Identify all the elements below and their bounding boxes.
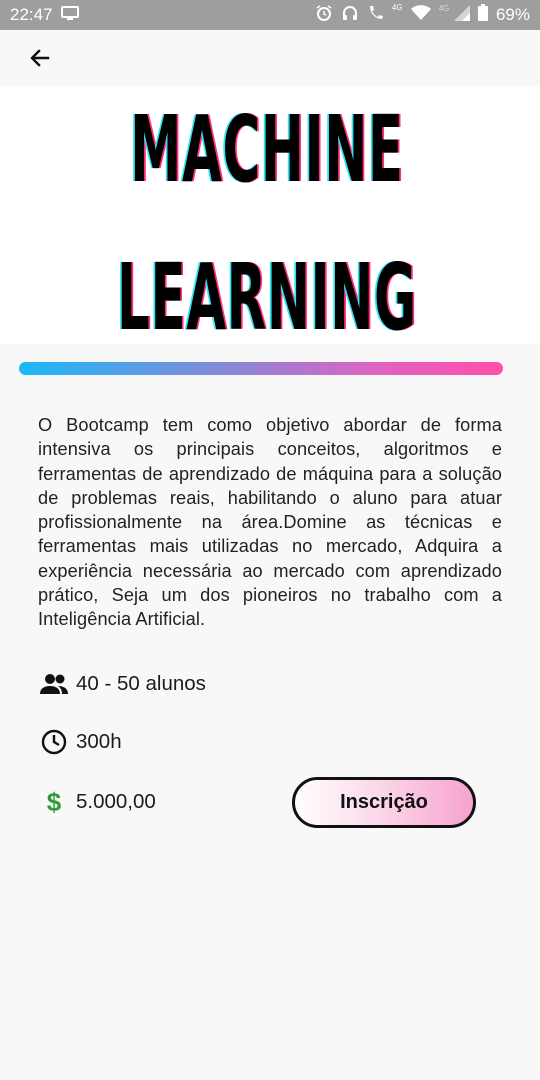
clock-icon — [38, 728, 70, 756]
price-info: $ 5.000,00 — [38, 786, 156, 817]
price-text: 5.000,00 — [76, 790, 156, 813]
battery-icon — [477, 4, 488, 26]
duration-info: 300h — [38, 728, 122, 756]
banner-title-line2: LEARNING — [117, 244, 417, 344]
arrow-left-icon — [30, 49, 50, 67]
duration-text: 300h — [76, 730, 122, 753]
enroll-button[interactable]: Inscrição — [292, 777, 476, 828]
network-label: 4G — [391, 2, 403, 12]
call-icon: 4G — [367, 2, 403, 27]
course-banner: MACHINE LEARNING — [0, 86, 540, 344]
dollar-icon: $ — [46, 786, 62, 817]
status-time: 22:47 — [10, 5, 53, 24]
network-label: 4G — [438, 3, 450, 13]
students-text: 40 - 50 alunos — [76, 672, 206, 695]
screen-icon — [60, 5, 79, 25]
banner-title-line1: MACHINE — [130, 96, 404, 203]
wifi-icon — [410, 4, 431, 26]
battery-percent: 69% — [495, 5, 530, 24]
course-description: O Bootcamp tem como objetivo abordar de … — [38, 415, 502, 630]
back-button[interactable] — [22, 40, 58, 76]
people-icon — [38, 670, 70, 698]
signal-icon: 4G — [438, 3, 470, 26]
status-bar: 22:47 4G 4G 69% — [0, 0, 540, 30]
headset-icon — [341, 4, 359, 27]
app-bar — [0, 30, 540, 86]
accent-divider — [19, 362, 503, 375]
alarm-icon — [315, 4, 333, 27]
students-info: 40 - 50 alunos — [38, 670, 206, 698]
